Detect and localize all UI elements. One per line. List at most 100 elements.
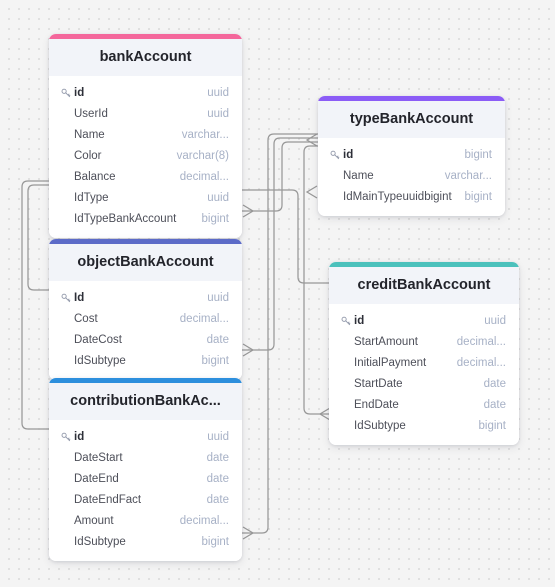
diagram-canvas[interactable]: bankAccount id uuid UserId uuid Name var… [0,0,555,587]
table-node-typeBankAccount[interactable]: typeBankAccount id bigint Name varchar..… [318,96,505,216]
edge-contribution-idsubtype-type [242,133,318,534]
table-field-row-Color[interactable]: Color varchar(8) [49,145,242,166]
primary-key-icon [330,150,340,160]
table-title: creditBankAccount [329,267,519,304]
field-name: DateStart [74,451,123,464]
table-title: contributionBankAc... [49,383,242,420]
table-field-row-Amount[interactable]: Amount decimal... [49,510,242,531]
field-name: EndDate [354,398,399,411]
field-type: decimal... [456,335,506,348]
field-type: uuid [207,430,229,443]
crow-foot-contribution-idsubtype [242,526,255,540]
field-name: IdType [74,191,109,204]
field-type: varchar(8) [176,149,229,162]
table-field-row-StartDate[interactable]: StartDate date [329,373,519,394]
field-name: Balance [74,170,116,183]
primary-key-slot [61,432,74,442]
table-field-row-InitialPayment[interactable]: InitialPayment decimal... [329,352,519,373]
crow-foot-type-idmaintype [305,133,318,147]
table-field-list: id uuid StartAmount decimal... InitialPa… [329,304,519,445]
table-field-row-EndDate[interactable]: EndDate date [329,394,519,415]
table-field-row-DateStart[interactable]: DateStart date [49,447,242,468]
field-type: uuid [484,314,506,327]
field-name: UserId [74,107,108,120]
field-name: IdSubtype [74,535,126,548]
primary-key-slot [61,88,74,98]
field-type: date [483,398,506,411]
field-name: id [343,148,354,161]
table-field-row-IdSubtype[interactable]: IdSubtype bigint [49,531,242,552]
primary-key-icon [341,316,351,326]
field-type: bigint [201,535,230,548]
field-type: bigint [464,190,493,203]
field-name: InitialPayment [354,356,427,369]
field-name: IdTypeBankAccount [74,212,177,225]
field-name: Id [74,291,85,304]
field-name: IdSubtype [354,419,406,432]
crow-foot-markers [242,133,331,540]
field-type: bigint [201,212,230,225]
field-type: date [206,493,229,506]
table-field-row-StartAmount[interactable]: StartAmount decimal... [329,331,519,352]
field-type: date [483,377,506,390]
field-name: Amount [74,514,114,527]
edge-bankaccount-contribution [21,180,49,430]
table-field-row-IdMainTypeuuidbigint[interactable]: IdMainTypeuuidbigint bigint [318,186,505,207]
field-type: uuid [207,291,229,304]
table-field-row-Balance[interactable]: Balance decimal... [49,166,242,187]
field-name: IdSubtype [74,354,126,367]
primary-key-icon [61,88,71,98]
field-type: bigint [478,419,507,432]
table-field-row-DateEnd[interactable]: DateEnd date [49,468,242,489]
table-title: typeBankAccount [318,101,505,138]
field-name: StartDate [354,377,403,390]
table-field-row-id[interactable]: id uuid [329,310,519,331]
field-type: decimal... [179,170,229,183]
field-name: Cost [74,312,98,325]
table-field-row-IdTypeBankAccount[interactable]: IdTypeBankAccount bigint [49,208,242,229]
edge-object-idsubtype-type [242,137,318,351]
primary-key-icon [61,293,71,303]
table-field-list: id bigint Name varchar... IdMainTypeuuid… [318,138,505,216]
field-type: varchar... [444,169,492,182]
field-name: id [74,430,85,443]
table-field-row-IdSubtype[interactable]: IdSubtype bigint [49,350,242,371]
table-field-row-Name[interactable]: Name varchar... [49,124,242,145]
primary-key-slot [61,293,74,303]
field-type: decimal... [179,514,229,527]
field-type: uuid [207,191,229,204]
field-name: IdMainTypeuuidbigint [343,190,452,203]
field-name: StartAmount [354,335,418,348]
table-node-objectBankAccount[interactable]: objectBankAccount Id uuid Cost decimal..… [49,239,242,380]
edge-idtypebankaccount-type [242,141,318,212]
table-node-contributionBankAc[interactable]: contributionBankAc... id uuid DateStart … [49,378,242,561]
field-type: varchar... [181,128,229,141]
field-name: Name [74,128,105,141]
crow-foot-object-idsubtype [242,343,255,357]
table-field-row-id[interactable]: id bigint [318,144,505,165]
field-type: date [206,451,229,464]
field-name: DateEnd [74,472,119,485]
table-field-row-Cost[interactable]: Cost decimal... [49,308,242,329]
field-type: bigint [464,148,493,161]
field-type: date [206,472,229,485]
field-name: Name [343,169,374,182]
field-type: bigint [201,354,230,367]
field-name: DateEndFact [74,493,142,506]
primary-key-slot [330,150,343,160]
table-field-row-IdSubtype[interactable]: IdSubtype bigint [329,415,519,436]
table-field-row-Id[interactable]: Id uuid [49,287,242,308]
field-name: Color [74,149,102,162]
table-field-row-id[interactable]: id uuid [49,82,242,103]
table-field-row-Name[interactable]: Name varchar... [318,165,505,186]
table-node-creditBankAccount[interactable]: creditBankAccount id uuid StartAmount de… [329,262,519,445]
table-field-row-DateCost[interactable]: DateCost date [49,329,242,350]
table-field-row-id[interactable]: id uuid [49,426,242,447]
table-node-bankAccount[interactable]: bankAccount id uuid UserId uuid Name var… [49,34,242,238]
primary-key-slot [341,316,354,326]
table-title: objectBankAccount [49,244,242,281]
table-field-row-UserId[interactable]: UserId uuid [49,103,242,124]
table-field-row-IdType[interactable]: IdType uuid [49,187,242,208]
table-field-row-DateEndFact[interactable]: DateEndFact date [49,489,242,510]
edge-bankaccount-object [27,184,49,291]
